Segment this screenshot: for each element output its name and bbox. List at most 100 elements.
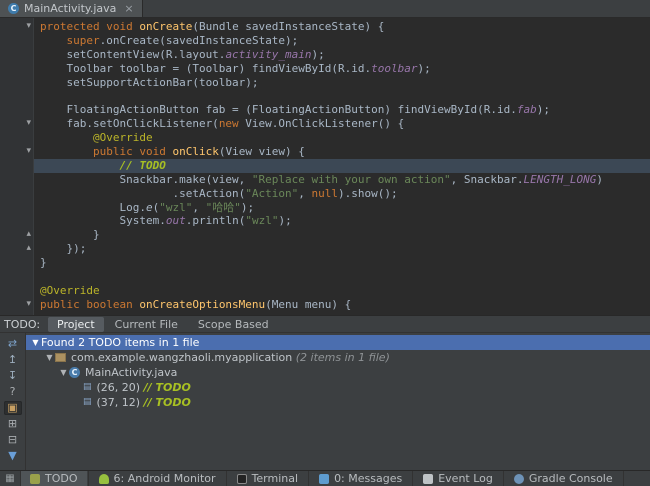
code-token: onCreateOptionsMenu — [139, 298, 265, 311]
code-line[interactable]: Snackbar.make(view, "Replace with your o… — [40, 173, 650, 187]
code-token: .println( — [186, 214, 246, 227]
navigate-icon[interactable]: ⇄ — [4, 337, 22, 351]
code-line[interactable]: @Override — [40, 131, 650, 145]
code-token: new — [219, 117, 239, 130]
todo-item-icon: ▤ — [83, 397, 92, 408]
todo-button[interactable]: TODO — [21, 471, 87, 486]
code-line[interactable]: Toolbar toolbar = (Toolbar) findViewById… — [40, 62, 650, 76]
gutter-line — [0, 131, 33, 145]
todo-panel-body: ⇄↥↧?▣⊞⊟▼ ▼Found 2 TODO items in 1 file▼c… — [0, 333, 650, 470]
code-token: setSupportActionBar(toolbar); — [40, 76, 259, 89]
tree-row-label: com.example.wangzhaoli.myapplication — [71, 351, 292, 364]
expand-arrow-icon[interactable]: ▼ — [30, 338, 41, 347]
gradle-console-button[interactable]: Gradle Console — [505, 471, 622, 486]
code-token: "wzl" — [159, 201, 192, 214]
code-line[interactable]: Log.e("wzl", "哈哈"); — [40, 201, 650, 215]
code-token: ).show(); — [338, 187, 398, 200]
tree-row-suffix: (2 items in 1 file) — [292, 351, 390, 364]
expand-arrow-icon[interactable]: ▼ — [58, 368, 69, 377]
expand-all-icon[interactable]: ⊞ — [4, 417, 22, 431]
todo-tab-scope-based[interactable]: Scope Based — [189, 317, 278, 332]
code-line[interactable]: protected void onCreate(Bundle savedInst… — [40, 20, 650, 34]
code-line[interactable]: fab.setOnClickListener(new View.OnClickL… — [40, 117, 650, 131]
code-token: System. — [40, 214, 166, 227]
help-icon[interactable]: ? — [4, 385, 22, 399]
code-token: null — [312, 187, 339, 200]
code-line[interactable] — [40, 89, 650, 103]
code-token: Snackbar.make(view, — [40, 173, 252, 186]
tree-row-label: Found 2 TODO items in 1 file — [41, 336, 199, 349]
code-line[interactable]: // TODO — [34, 159, 650, 173]
code-token: setContentView(R.layout. — [40, 48, 225, 61]
event-log-icon — [423, 474, 433, 484]
code-token: out — [166, 214, 186, 227]
gutter-line: ▴ — [0, 228, 33, 242]
code-line[interactable]: public void onClick(View view) { — [40, 145, 650, 159]
todo-tree-row[interactable]: ▤(37, 12) // TODO — [26, 395, 650, 410]
code-token: .onCreate(savedInstanceState); — [100, 34, 299, 47]
code-line[interactable]: }); — [40, 242, 650, 256]
code-line[interactable]: super.onCreate(savedInstanceState); — [40, 34, 650, 48]
code-token: } — [40, 256, 47, 269]
event-log-button[interactable]: Event Log — [414, 471, 502, 486]
todo-panel-tabs: ProjectCurrent FileScope Based — [48, 317, 278, 332]
code-line[interactable]: @Override — [40, 284, 650, 298]
status-bar-items: TODO6: Android Monitor Terminal 0: Message… — [21, 471, 625, 486]
android-icon — [99, 474, 109, 484]
collapse-all-icon[interactable]: ⊟ — [4, 433, 22, 447]
expand-arrow-icon[interactable]: ▼ — [44, 353, 55, 362]
filter-todo-icon[interactable]: ▼ — [4, 449, 22, 463]
code-token — [40, 34, 67, 47]
code-token: }); — [40, 242, 86, 255]
code-token: "Replace with your own action" — [252, 173, 451, 186]
fold-marker-icon[interactable]: ▾ — [26, 117, 31, 131]
code-line[interactable]: setContentView(R.layout.activity_main); — [40, 48, 650, 62]
code-token: , — [298, 187, 311, 200]
previous-todo-icon[interactable]: ↥ — [4, 353, 22, 367]
close-icon[interactable]: × — [124, 2, 133, 15]
autoscroll-to-source-icon[interactable]: ▣ — [4, 401, 22, 415]
code-line[interactable]: public boolean onCreateOptionsMenu(Menu … — [40, 298, 650, 312]
code-token: ); — [241, 201, 254, 214]
gutter-line — [0, 270, 33, 284]
code-token: public void — [93, 145, 172, 158]
toolwindow-switcher-icon[interactable]: ▦ — [0, 471, 21, 486]
fold-marker-icon[interactable]: ▾ — [26, 20, 31, 34]
code-token: "wzl" — [245, 214, 278, 227]
code-area[interactable]: protected void onCreate(Bundle savedInst… — [34, 18, 650, 315]
code-line[interactable] — [40, 270, 650, 284]
fold-marker-icon[interactable]: ▾ — [26, 145, 31, 159]
fold-marker-icon[interactable]: ▴ — [26, 228, 31, 242]
messages-button[interactable]: 0: Messages — [310, 471, 411, 486]
terminal-button[interactable]: Terminal — [228, 471, 308, 486]
status-item-label: Terminal — [252, 472, 299, 485]
code-editor[interactable]: ▾ ▾ ▾ ▴▴ ▾ protected void onCreate(Bundle sa… — [0, 18, 650, 315]
todo-tree-row[interactable]: ▼CMainActivity.java — [26, 365, 650, 380]
code-line[interactable]: } — [40, 228, 650, 242]
fold-marker-icon[interactable]: ▴ — [26, 242, 31, 256]
messages-icon — [319, 474, 329, 484]
todo-tree-row[interactable]: ▼ com.example.wangzhaoli.myapplication (2… — [26, 350, 650, 365]
gutter-line: ▾ — [0, 298, 33, 312]
tab-mainactivity[interactable]: C MainActivity.java × — [0, 0, 143, 17]
code-line[interactable]: System.out.println("wzl"); — [40, 214, 650, 228]
fold-marker-icon[interactable]: ▾ — [26, 298, 31, 312]
todo-tab-current-file[interactable]: Current File — [106, 317, 187, 332]
next-todo-icon[interactable]: ↧ — [4, 369, 22, 383]
code-token: e — [146, 201, 153, 214]
code-line[interactable]: setSupportActionBar(toolbar); — [40, 76, 650, 90]
android-monitor-button[interactable]: 6: Android Monitor — [90, 471, 225, 486]
todo-tree: ▼Found 2 TODO items in 1 file▼com.exampl… — [26, 333, 650, 470]
todo-tab-project[interactable]: Project — [48, 317, 104, 332]
todo-tree-row[interactable]: ▤(26, 20) // TODO — [26, 380, 650, 395]
todo-tree-row[interactable]: ▼Found 2 TODO items in 1 file — [26, 335, 650, 350]
code-line[interactable]: } — [40, 256, 650, 270]
code-token: @Override — [93, 131, 153, 144]
code-token: .setAction( — [40, 187, 245, 200]
code-token: @Override — [40, 284, 100, 297]
code-line[interactable]: FloatingActionButton fab = (FloatingActi… — [40, 103, 650, 117]
code-token: (Bundle savedInstanceState) { — [192, 20, 384, 33]
code-line[interactable]: .setAction("Action", null).show(); — [40, 187, 650, 201]
gutter-line — [0, 48, 33, 62]
ide-window: C MainActivity.java × ▾ ▾ ▾ ▴▴ ▾ protected v… — [0, 0, 650, 486]
